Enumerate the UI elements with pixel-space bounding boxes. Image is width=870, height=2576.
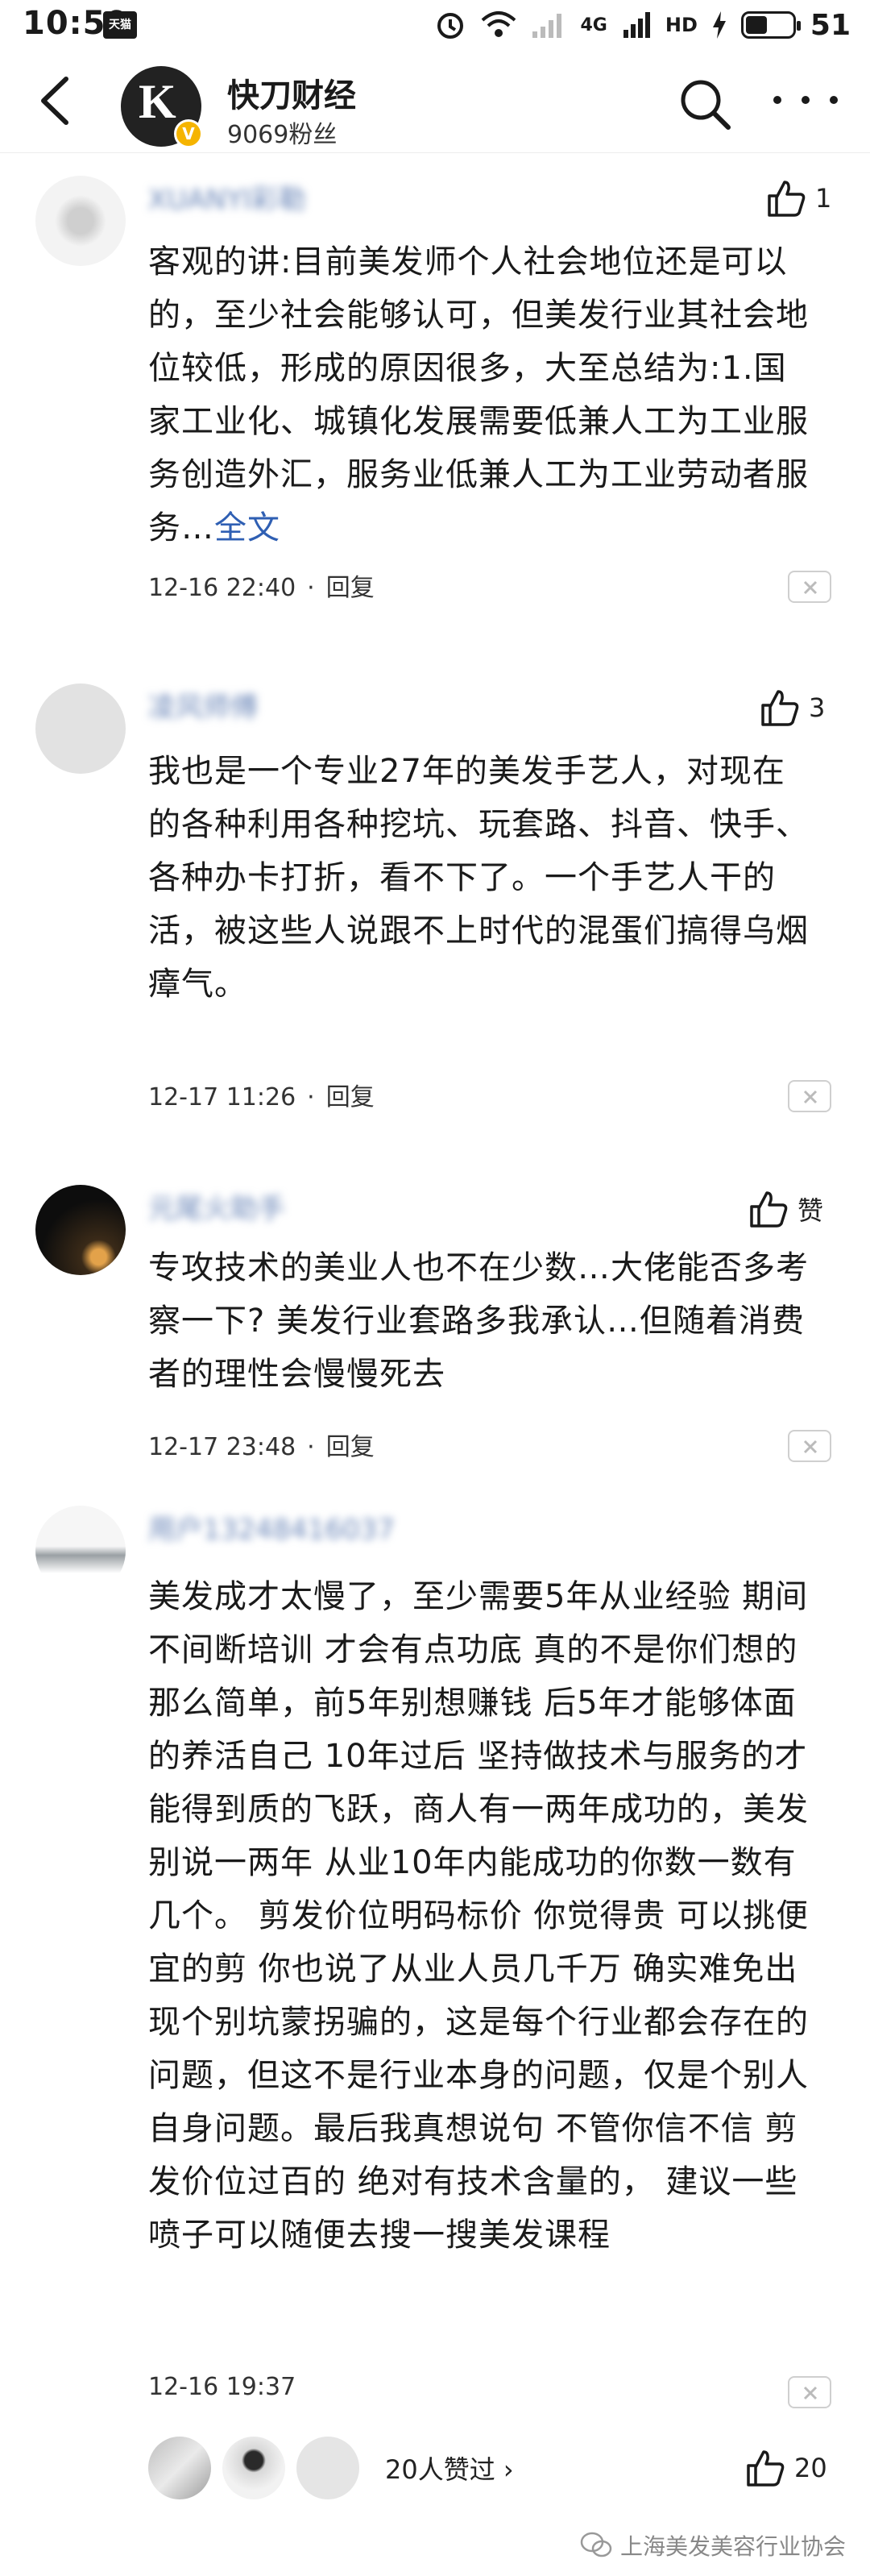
more-icon [830, 96, 838, 104]
watermark: 上海美发美容行业协会 [580, 2523, 846, 2568]
thumb-up-icon [747, 2450, 785, 2487]
comment-text: 我也是一个专业27年的美发手艺人，对现在的各种利用各种挖坑、玩套路、抖音、快手、… [148, 753, 809, 1003]
dismiss-button[interactable] [788, 571, 831, 603]
comment-meta: 12-16 22:40 · 回复 [148, 574, 375, 602]
like-count: 赞 [798, 1195, 824, 1226]
commenter-avatar[interactable] [35, 176, 126, 266]
comment-content: 客观的讲:目前美发师个人社会地位还是可以的，至少社会能够认可，但美发行业其社会地… [148, 243, 809, 546]
reply-button[interactable]: 回复 [326, 574, 375, 602]
comment-text: 专攻技术的美业人也不在少数…大佬能否多考察一下? 美发行业套路多我承认…但随着消… [148, 1249, 809, 1393]
dismiss-button[interactable] [788, 1080, 831, 1112]
search-icon [681, 80, 731, 130]
comment-meta: 12-17 23:48 · 回复 [148, 1433, 375, 1461]
more-icon [802, 96, 810, 104]
more-button[interactable] [773, 92, 838, 108]
expand-full-text-link[interactable]: 全文 [214, 509, 280, 546]
back-arrow-icon [41, 77, 68, 125]
status-bar: 10:59 天猫 4G HD 51 [0, 0, 870, 48]
commenter-name[interactable]: 凌风师傅 [148, 685, 258, 725]
tmall-notification-icon: 天猫 [103, 11, 137, 39]
charging-icon [712, 11, 726, 39]
like-count: 20 [794, 2453, 827, 2483]
liker-avatar[interactable] [148, 2437, 211, 2499]
liker-avatar[interactable] [222, 2437, 285, 2499]
back-button[interactable] [32, 73, 81, 129]
comment-time: 12-16 19:37 [148, 2373, 296, 2401]
close-icon [803, 1090, 818, 1104]
follower-count: 9069粉丝 [227, 121, 338, 149]
battery-level: 51 [810, 8, 851, 42]
thumb-up-icon [768, 181, 806, 217]
commenter-name[interactable]: XUANYI彩勒 [148, 177, 306, 217]
like-count: 3 [809, 692, 826, 723]
watermark-text: 上海美发美容行业协会 [620, 2533, 847, 2560]
reply-button[interactable]: 回复 [326, 1083, 375, 1111]
commenter-name[interactable]: 元尾火助手 [148, 1186, 285, 1226]
verified-badge: V [174, 119, 203, 148]
comment-time: 12-16 22:40 [148, 574, 296, 602]
liker-avatar[interactable] [296, 2437, 359, 2499]
like-button[interactable]: 1 [767, 174, 831, 222]
commenter-avatar[interactable] [35, 683, 126, 774]
thumb-up-icon [761, 690, 799, 726]
thumb-up-icon [750, 1191, 788, 1228]
likers-row[interactable]: 20人赞过 › [148, 2436, 514, 2500]
account-avatar[interactable]: K V [121, 66, 203, 148]
close-icon [803, 580, 818, 595]
reply-button[interactable]: 回复 [326, 1433, 375, 1461]
search-button[interactable] [677, 76, 733, 132]
like-button[interactable]: 20 [746, 2444, 827, 2492]
comment-time: 12-17 23:48 [148, 1433, 296, 1461]
comment-text: 客观的讲:目前美发师个人社会地位还是可以的，至少社会能够认可，但美发行业其社会地… [148, 235, 817, 555]
commenter-avatar[interactable] [35, 1506, 126, 1596]
like-count: 1 [815, 183, 832, 214]
hd-label: HD [665, 14, 698, 36]
like-button[interactable]: 3 [760, 683, 825, 732]
commenter-avatar[interactable] [35, 1185, 126, 1275]
comment-text: 美发成才太慢了，至少需要5年从业经验 期间不间断培训 才会有点功底 真的不是你们… [148, 1578, 810, 2254]
avatar-letter: K [139, 75, 176, 128]
account-name[interactable]: 快刀财经 [227, 69, 356, 116]
signal-strong-icon [623, 12, 650, 38]
close-icon [803, 2386, 818, 2400]
network-type-label: 4G [580, 15, 607, 35]
likers-count-link[interactable]: 20人赞过 › [385, 2449, 514, 2487]
like-button[interactable]: 赞 [749, 1185, 823, 1233]
dismiss-button[interactable] [788, 1430, 831, 1462]
close-icon [803, 1440, 818, 1454]
commenter-name[interactable]: 用户13248416037 [148, 1507, 395, 1547]
alarm-icon [437, 13, 463, 39]
dismiss-button[interactable] [788, 2376, 831, 2408]
comment-time: 12-17 11:26 [148, 1083, 296, 1111]
status-icons: 4G HD 51 [434, 6, 851, 44]
more-icon [773, 96, 781, 104]
battery-icon [740, 11, 801, 39]
comment-meta: 12-17 11:26 · 回复 [148, 1083, 375, 1111]
signal-icon [532, 14, 561, 38]
wifi-icon [481, 11, 516, 37]
wechat-icon [580, 2532, 612, 2557]
top-nav-bar: K V 快刀财经 9069粉丝 [0, 48, 870, 153]
